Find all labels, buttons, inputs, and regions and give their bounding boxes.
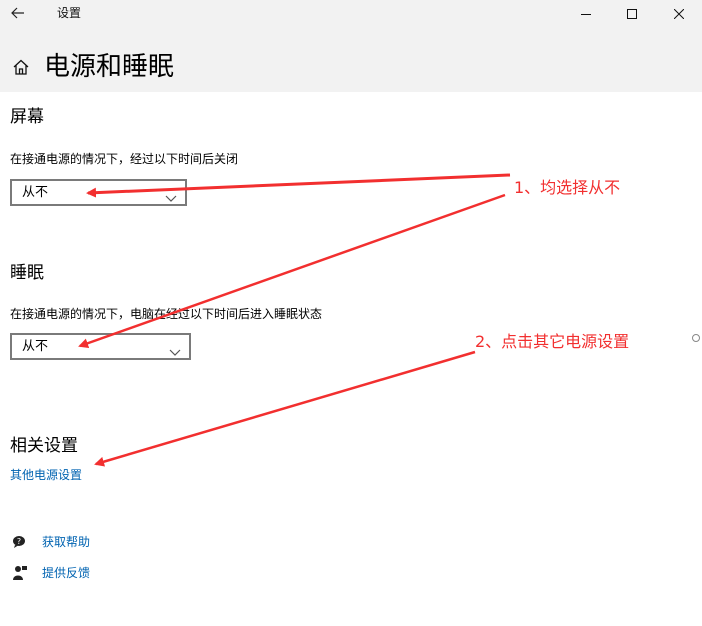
title-bar: 设置 — [0, 0, 702, 28]
page-header: 电源和睡眠 — [0, 28, 702, 92]
home-icon[interactable] — [12, 58, 30, 80]
give-feedback-label: 提供反馈 — [42, 566, 91, 580]
arrow-to-power-link — [94, 350, 476, 467]
chevron-down-icon — [169, 342, 181, 361]
help-chat-icon: ? — [10, 532, 30, 552]
screen-timeout-label: 在接通电源的情况下，经过以下时间后关闭 — [10, 152, 239, 166]
svg-text:?: ? — [17, 537, 21, 546]
annotation-step-2: 2、点击其它电源设置 — [475, 332, 630, 351]
settings-window: 设置 电源和睡眠 屏幕 在接通电源的情况下，经过以下时间后关闭 从不 睡眠 在接… — [0, 0, 702, 626]
feedback-person-icon — [10, 563, 30, 583]
minimize-icon — [581, 14, 591, 15]
screen-timeout-dropdown[interactable]: 从不 — [10, 179, 187, 206]
minimize-button[interactable] — [563, 0, 609, 28]
close-button[interactable] — [656, 0, 702, 28]
scroll-edge-circle — [692, 334, 700, 342]
close-icon — [674, 9, 684, 19]
get-help-row[interactable]: ? 获取帮助 — [10, 532, 90, 552]
maximize-icon — [627, 9, 637, 19]
sleep-timeout-label: 在接通电源的情况下，电脑在经过以下时间后进入睡眠状态 — [10, 307, 323, 321]
back-arrow-icon[interactable] — [6, 2, 30, 24]
sleep-timeout-value: 从不 — [22, 339, 49, 354]
get-help-label: 获取帮助 — [42, 535, 91, 549]
annotation-step-1: 1、均选择从不 — [514, 178, 621, 197]
arrow-to-sleep-dropdown — [78, 193, 506, 349]
other-power-settings-link[interactable]: 其他电源设置 — [10, 467, 82, 483]
app-title: 设置 — [57, 6, 82, 20]
chevron-down-icon — [165, 188, 177, 207]
page-title: 电源和睡眠 — [44, 52, 175, 82]
maximize-button[interactable] — [609, 0, 655, 28]
sleep-heading: 睡眠 — [10, 263, 44, 283]
give-feedback-row[interactable]: 提供反馈 — [10, 563, 90, 583]
related-settings-heading: 相关设置 — [10, 436, 78, 456]
screen-heading: 屏幕 — [10, 107, 44, 127]
screen-timeout-value: 从不 — [22, 185, 49, 200]
sleep-timeout-dropdown[interactable]: 从不 — [10, 333, 191, 360]
